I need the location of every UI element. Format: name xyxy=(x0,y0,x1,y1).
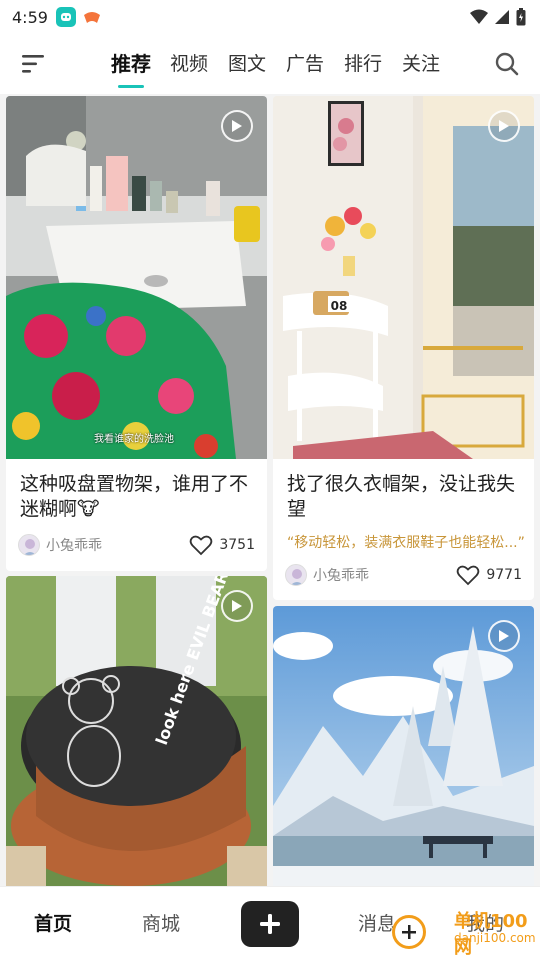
card-subtitle: “移动轻松，装满衣服鞋子也能轻松...” xyxy=(287,535,525,551)
wifi-icon xyxy=(470,9,488,24)
nav-mall[interactable]: 商城 xyxy=(142,909,180,936)
heart-icon xyxy=(457,565,480,586)
avatar[interactable] xyxy=(18,534,40,556)
feed-card[interactable]: 我看谁家的洗脸池 这种吸盘置物架，谁用了不迷糊啊🐮 小兔乖乖 3751 xyxy=(6,96,267,571)
battery-icon xyxy=(516,8,526,26)
watermark: 单机100网 danji100.com xyxy=(392,905,540,958)
author-name[interactable]: 小兔乖乖 xyxy=(46,535,102,555)
feed-card[interactable]: 08 找了很久衣帽架，没让我失望 “移动轻松，装满衣服鞋子也能轻松...” 小兔… xyxy=(273,96,534,600)
clock-number: 08 xyxy=(331,299,348,313)
nav-messages[interactable]: 消息 xyxy=(358,909,396,936)
tab-following[interactable]: 关注 xyxy=(392,34,450,94)
card-thumbnail[interactable]: 08 xyxy=(273,96,534,459)
search-icon[interactable] xyxy=(492,49,522,79)
card-meta: 小兔乖乖 3751 xyxy=(18,532,255,558)
feed-card[interactable]: look here EVIL BEAR xyxy=(6,576,267,886)
watermark-url: danji100.com xyxy=(454,931,536,945)
bottom-navigation: 首页 商城 消息 我的 单机100网 danji100.com xyxy=(0,886,540,960)
like-count: 3751 xyxy=(219,537,255,553)
signal-icon xyxy=(495,10,509,24)
status-bar: 4:59 xyxy=(0,0,540,34)
author-name[interactable]: 小兔乖乖 xyxy=(313,565,369,585)
tab-ads[interactable]: 广告 xyxy=(276,34,334,94)
like-button[interactable]: 3751 xyxy=(189,534,255,556)
category-tabs: 推荐 视频 图文 广告 排行 关注 xyxy=(102,34,450,94)
card-title[interactable]: 找了很久衣帽架，没让我失望 xyxy=(287,472,522,522)
play-icon xyxy=(488,620,520,652)
app-notification-icon-2 xyxy=(81,7,102,27)
watermark-logo-icon xyxy=(392,915,426,949)
like-button[interactable]: 9771 xyxy=(456,564,522,586)
tab-ranking[interactable]: 排行 xyxy=(334,34,392,94)
avatar[interactable] xyxy=(285,564,307,586)
card-thumbnail[interactable]: 我看谁家的洗脸池 xyxy=(6,96,267,459)
card-title[interactable]: 这种吸盘置物架，谁用了不迷糊啊🐮 xyxy=(20,472,255,522)
play-icon xyxy=(488,110,520,142)
app-notification-icon xyxy=(55,7,76,27)
card-meta: 小兔乖乖 9771 xyxy=(285,562,522,588)
plus-icon xyxy=(260,914,280,934)
play-icon xyxy=(221,590,253,622)
feed-card[interactable] xyxy=(273,606,534,886)
tab-video[interactable]: 视频 xyxy=(160,34,218,94)
top-navigation: 推荐 视频 图文 广告 排行 关注 xyxy=(0,34,540,94)
card-thumbnail[interactable] xyxy=(273,606,534,886)
video-caption: 我看谁家的洗脸池 xyxy=(94,434,174,445)
tab-recommend[interactable]: 推荐 xyxy=(102,34,160,94)
content-feed[interactable]: 我看谁家的洗脸池 这种吸盘置物架，谁用了不迷糊啊🐮 小兔乖乖 3751 08 找… xyxy=(0,94,540,886)
like-count: 9771 xyxy=(486,567,522,583)
nav-home[interactable]: 首页 xyxy=(34,909,72,936)
play-icon xyxy=(221,110,253,142)
status-time: 4:59 xyxy=(12,7,48,27)
tab-image-text[interactable]: 图文 xyxy=(218,34,276,94)
menu-icon[interactable] xyxy=(16,47,50,81)
card-thumbnail[interactable]: look here EVIL BEAR xyxy=(6,576,267,886)
heart-icon xyxy=(190,535,213,556)
create-post-button[interactable] xyxy=(241,901,299,947)
